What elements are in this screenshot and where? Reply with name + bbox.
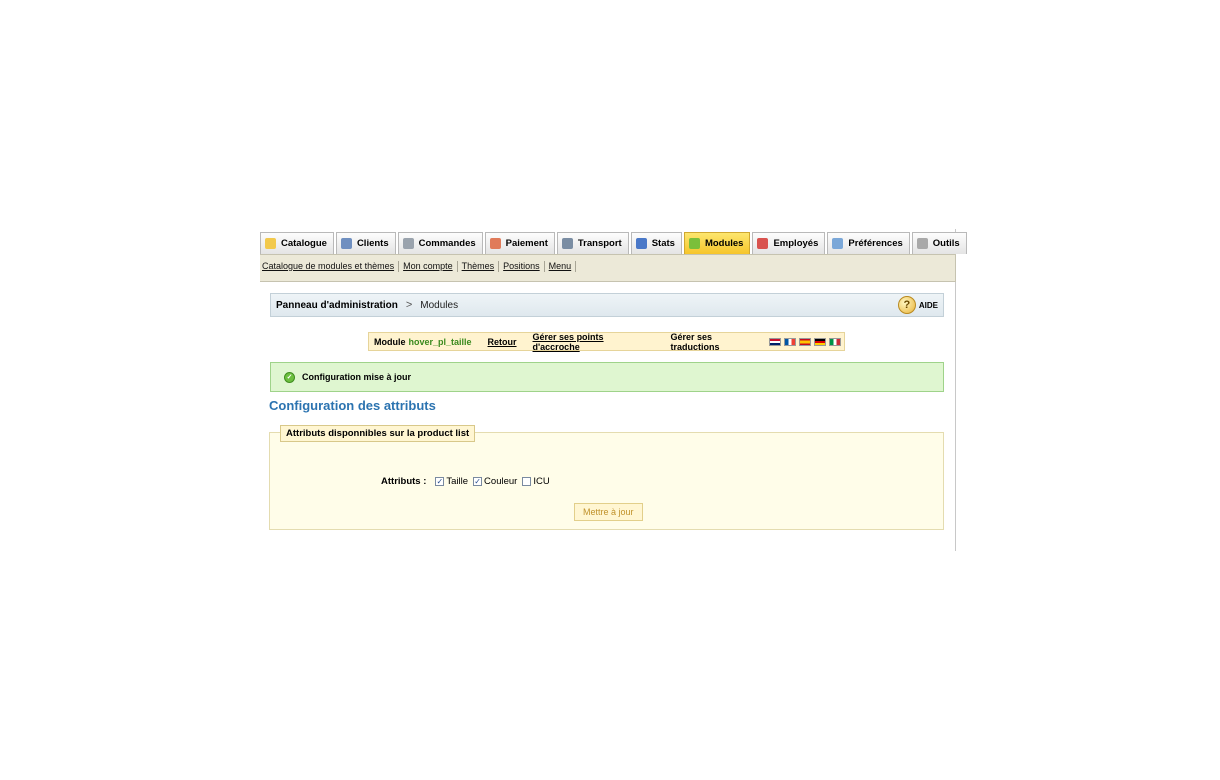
sub-navigation: Catalogue de modules et thèmes Mon compt… — [260, 254, 956, 282]
manage-translations-label: Gérer ses traductions — [670, 331, 720, 352]
checkbox-couleur[interactable]: ✓ — [473, 477, 483, 486]
tab-employes[interactable]: Employés — [752, 232, 826, 254]
subnav-themes[interactable]: Thèmes — [458, 261, 500, 272]
module-toolbar: Module hover_pl_taille Retour Gérer ses … — [368, 331, 845, 352]
tab-label: Paiement — [505, 238, 548, 249]
checkbox-icu[interactable] — [522, 477, 532, 486]
help-button[interactable]: ? AIDE — [897, 296, 938, 314]
checkbox-couleur-label: Couleur — [484, 476, 518, 487]
checkbox-taille-label: Taille — [446, 476, 469, 487]
module-prefix: Module — [374, 336, 406, 347]
flag-en-icon[interactable] — [769, 337, 781, 346]
chart-icon — [635, 238, 647, 249]
checkbox-taille[interactable]: ✓ — [435, 477, 445, 486]
attributes-fieldset: Attributs disponnibles sur la product li… — [269, 425, 944, 530]
subnav-positions[interactable]: Positions — [499, 261, 545, 272]
tab-clients[interactable]: Clients — [335, 232, 396, 254]
folder-icon — [265, 238, 276, 249]
tab-label: Outils — [932, 238, 960, 249]
success-message: ✓ Configuration mise à jour — [270, 362, 944, 392]
tab-paiement[interactable]: Paiement — [484, 232, 555, 254]
tab-commandes[interactable]: Commandes — [397, 232, 483, 254]
manage-hooks-link[interactable]: Gérer ses points d'accroche — [533, 332, 653, 352]
success-text: Configuration mise à jour — [302, 372, 412, 382]
wrench-icon — [916, 238, 928, 249]
tab-label: Commandes — [418, 238, 476, 249]
tab-label: Clients — [356, 238, 389, 249]
breadcrumb-separator-icon: > — [405, 299, 413, 311]
checkbox-icu-label: ICU — [533, 476, 550, 487]
fieldset-legend: Attributs disponnibles sur la product li… — [280, 425, 476, 442]
subnav-menu[interactable]: Menu — [545, 261, 577, 272]
back-link[interactable]: Retour — [488, 337, 517, 347]
tab-preferences[interactable]: Préférences — [827, 232, 910, 254]
subnav-mon-compte[interactable]: Mon compte — [399, 261, 458, 272]
user-icon — [340, 238, 352, 249]
attributes-row: Attributs : ✓ Taille ✓ Couleur ICU — [381, 476, 553, 487]
tab-catalogue[interactable]: Catalogue — [260, 232, 334, 254]
flag-es-icon[interactable] — [799, 337, 811, 346]
main-tabs: Catalogue Clients Commandes Paiement Tra… — [260, 232, 969, 254]
translation-flags — [769, 337, 844, 346]
cart-icon — [402, 238, 414, 249]
help-label: AIDE — [918, 300, 938, 310]
flag-it-icon[interactable] — [829, 337, 841, 346]
breadcrumb: Panneau d'administration > Modules ? AID… — [270, 293, 944, 317]
subnav-catalogue-modules[interactable]: Catalogue de modules et thèmes — [260, 261, 400, 272]
tab-label: Catalogue — [281, 238, 327, 249]
tab-label: Transport — [577, 238, 622, 249]
payment-icon — [489, 238, 501, 249]
breadcrumb-current: Modules — [420, 299, 459, 311]
tab-outils[interactable]: Outils — [911, 232, 967, 254]
attributes-label: Attributs : — [381, 476, 427, 487]
help-icon: ? — [897, 296, 916, 314]
tab-label: Stats — [651, 238, 675, 249]
tab-transport[interactable]: Transport — [556, 232, 629, 254]
tab-label: Modules — [704, 238, 744, 249]
employee-icon — [757, 238, 769, 249]
admin-panel: Catalogue Clients Commandes Paiement Tra… — [260, 229, 967, 551]
section-title: Configuration des attributs — [269, 398, 436, 413]
tab-stats[interactable]: Stats — [630, 232, 682, 254]
breadcrumb-root[interactable]: Panneau d'administration — [276, 300, 398, 311]
truck-icon — [561, 238, 573, 249]
flag-de-icon[interactable] — [814, 337, 826, 346]
tab-label: Employés — [773, 238, 819, 249]
puzzle-icon — [688, 238, 700, 249]
update-button[interactable]: Mettre à jour — [574, 503, 643, 521]
flag-fr-icon[interactable] — [784, 337, 796, 346]
module-name: hover_pl_taille — [408, 336, 472, 347]
preferences-icon — [832, 238, 844, 249]
tab-label: Préférences — [848, 238, 903, 249]
check-icon: ✓ — [284, 371, 295, 383]
tab-modules[interactable]: Modules — [683, 232, 751, 254]
